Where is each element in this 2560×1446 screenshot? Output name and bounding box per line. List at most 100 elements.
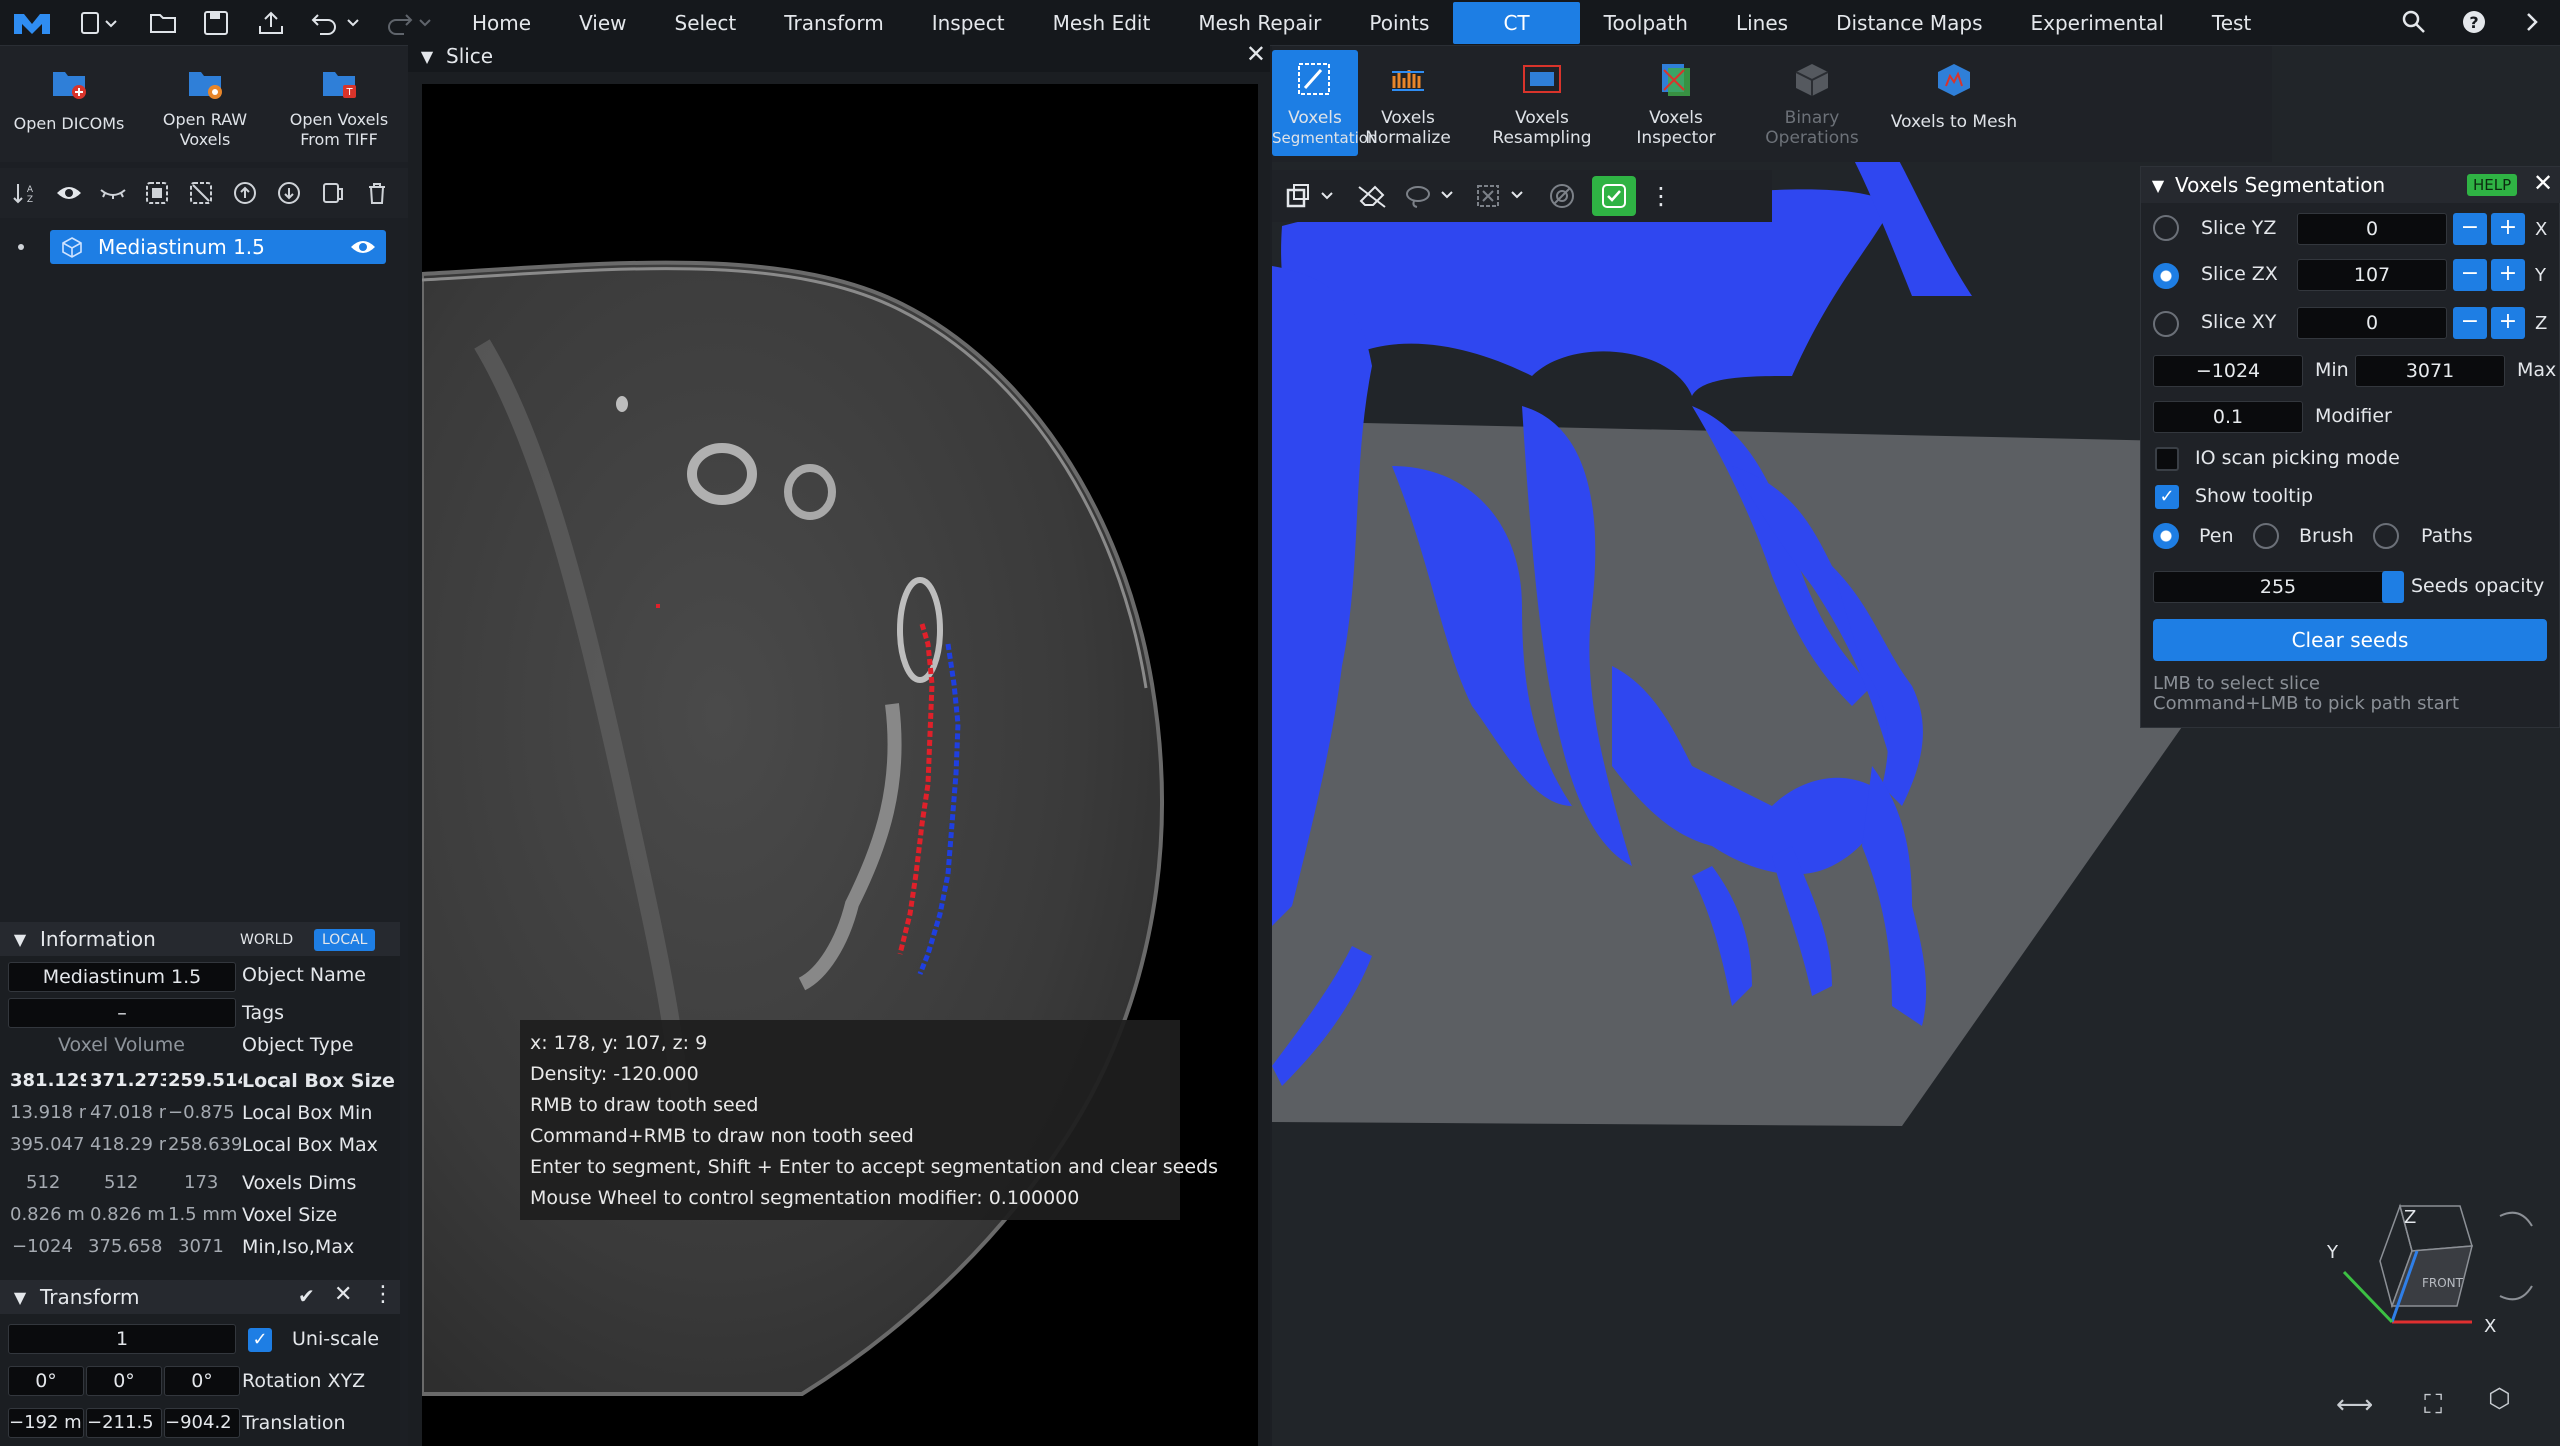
split-panel-icon[interactable] (318, 178, 348, 208)
tags-field[interactable]: – (8, 998, 236, 1028)
tab-points[interactable]: Points (1345, 0, 1453, 46)
select-all-icon[interactable] (142, 178, 172, 208)
reset-x-icon[interactable]: ✕ (334, 1282, 352, 1307)
show-tooltip-checkbox[interactable]: ✓ (2155, 485, 2179, 509)
object-name-field[interactable]: Mediastinum 1.5 (8, 962, 236, 992)
new-file-icon[interactable] (74, 8, 124, 38)
measure-ruler-icon[interactable]: ⟷ (2336, 1390, 2373, 1420)
slice-yz-radio[interactable] (2153, 215, 2179, 241)
information-header[interactable]: ▼ Information WORLD LOCAL (0, 922, 400, 956)
box-select-icon[interactable] (1472, 181, 1532, 211)
erase-brush-icon[interactable] (1352, 181, 1392, 211)
slice-zx-increment[interactable]: + (2491, 259, 2525, 291)
search-icon[interactable] (2400, 8, 2434, 38)
select-mode-icon[interactable] (1282, 181, 1342, 211)
ct-slice-canvas[interactable]: x: 178, y: 107, z: 9 Density: -120.000 R… (422, 84, 1258, 1446)
slice-zx-decrement[interactable]: − (2453, 259, 2487, 291)
sort-az-icon[interactable]: AZ (10, 178, 40, 208)
slice-zx-field[interactable]: 107 (2297, 259, 2447, 291)
tree-expander-dot[interactable] (18, 244, 24, 250)
help-badge[interactable]: HELP (2467, 174, 2518, 196)
tree-item-mediastinum[interactable]: Mediastinum 1.5 (50, 230, 386, 264)
voxels-inspector-button[interactable]: Voxels Inspector (1610, 60, 1742, 148)
uniscale-checkbox[interactable]: ✓ (248, 1328, 272, 1352)
modifier-field[interactable]: 0.1 (2153, 401, 2303, 433)
rotation-x-field[interactable]: 0° (8, 1366, 84, 1396)
max-density-field[interactable]: 3071 (2355, 355, 2505, 387)
translation-x-field[interactable]: −192 mr (8, 1408, 84, 1438)
accept-check-icon[interactable] (1592, 176, 1636, 216)
slider-handle[interactable] (2382, 571, 2404, 603)
io-scan-checkbox[interactable] (2155, 447, 2179, 471)
deselect-all-icon[interactable] (186, 178, 216, 208)
open-folder-icon[interactable] (146, 8, 180, 38)
world-toggle[interactable]: WORLD (232, 929, 301, 951)
show-all-eye-icon[interactable] (54, 178, 84, 208)
open-voxels-tiff-button[interactable]: T Open Voxels From TIFF (274, 66, 404, 150)
delete-icon[interactable] (362, 178, 392, 208)
voxels-to-mesh-button[interactable]: Voxels to Mesh (1884, 60, 2024, 132)
collapse-chevron-icon[interactable]: ▼ (2141, 176, 2175, 195)
voxels-resampling-button[interactable]: Voxels Resampling (1476, 60, 1608, 148)
open-dicoms-button[interactable]: Open DICOMs (4, 66, 134, 134)
close-slice-icon[interactable]: ✕ (1246, 40, 1266, 68)
view-cube-icon[interactable]: ⬡ (2488, 1384, 2511, 1414)
binary-operations-button[interactable]: Binary Operations (1746, 60, 1878, 148)
local-toggle[interactable]: LOCAL (314, 929, 376, 951)
export-icon[interactable] (254, 8, 288, 38)
rotate-arrow-icon[interactable] (2499, 1285, 2533, 1301)
voxels-normalize-button[interactable]: Voxels Normalize (1342, 60, 1474, 148)
collapse-ribbon-icon[interactable] (2518, 8, 2552, 38)
rotation-y-field[interactable]: 0° (86, 1366, 162, 1396)
clear-seeds-button[interactable]: Clear seeds (2153, 619, 2547, 661)
collapse-chevron-icon[interactable]: ▼ (408, 47, 446, 66)
translation-z-field[interactable]: −904.2 n (164, 1408, 240, 1438)
more-tools-icon[interactable]: ⋮ (1646, 181, 1676, 211)
slice-xy-increment[interactable]: + (2491, 307, 2525, 339)
tab-lines[interactable]: Lines (1712, 0, 1812, 46)
tab-test[interactable]: Test (2188, 0, 2275, 46)
close-panel-icon[interactable]: ✕ (2533, 169, 2553, 197)
visibility-eye-icon[interactable] (350, 238, 376, 256)
segmentation-icon (1298, 63, 1330, 95)
apply-check-icon[interactable]: ✔ (298, 1284, 315, 1308)
min-density-field[interactable]: −1024 (2153, 355, 2303, 387)
slice-xy-decrement[interactable]: − (2453, 307, 2487, 339)
collapse-chevron-icon[interactable]: ▼ (0, 930, 40, 949)
more-options-icon[interactable]: ⋮ (372, 1282, 394, 1307)
rotation-z-field[interactable]: 0° (164, 1366, 240, 1396)
tab-ct[interactable]: CT (1453, 2, 1580, 44)
pen-radio[interactable] (2153, 523, 2179, 549)
open-raw-voxels-button[interactable]: Open RAW Voxels (140, 66, 270, 150)
slice-yz-decrement[interactable]: − (2453, 213, 2487, 245)
app-logo-icon[interactable] (10, 8, 54, 38)
brush-radio[interactable] (2253, 523, 2279, 549)
disabled-filter-icon[interactable] (1542, 181, 1582, 211)
move-up-icon[interactable] (230, 178, 260, 208)
transform-header[interactable]: ▼ Transform ✔ ✕ ⋮ (0, 1280, 400, 1314)
fit-view-icon[interactable]: ⛶ (2424, 1390, 2442, 1421)
tab-toolpath[interactable]: Toolpath (1580, 0, 1712, 46)
slice-xy-radio[interactable] (2153, 311, 2179, 337)
undo-icon[interactable] (306, 8, 362, 38)
help-icon[interactable]: ? (2460, 8, 2494, 38)
paths-radio[interactable] (2373, 523, 2399, 549)
slice-xy-field[interactable]: 0 (2297, 307, 2447, 339)
seeds-opacity-slider[interactable]: 255 (2153, 571, 2404, 603)
hide-all-eye-icon[interactable] (98, 178, 128, 208)
slice-yz-increment[interactable]: + (2491, 213, 2525, 245)
orientation-cube[interactable]: FRONT X Y Z (2326, 1203, 2533, 1337)
tab-experimental[interactable]: Experimental (2007, 0, 2188, 46)
slice-yz-field[interactable]: 0 (2297, 213, 2447, 245)
rotate-arrow-icon[interactable] (2499, 1211, 2533, 1227)
lasso-icon[interactable] (1402, 181, 1462, 211)
tab-distance-maps[interactable]: Distance Maps (1812, 0, 2006, 46)
move-down-icon[interactable] (274, 178, 304, 208)
collapse-chevron-icon[interactable]: ▼ (0, 1288, 40, 1307)
viewport-toolbar: ⋮ (1272, 170, 1772, 222)
scale-field[interactable]: 1 (8, 1324, 236, 1354)
save-icon[interactable] (200, 8, 234, 38)
slice-zx-radio[interactable] (2153, 263, 2179, 289)
redo-icon[interactable] (380, 8, 436, 38)
translation-y-field[interactable]: −211.5 n (86, 1408, 162, 1438)
